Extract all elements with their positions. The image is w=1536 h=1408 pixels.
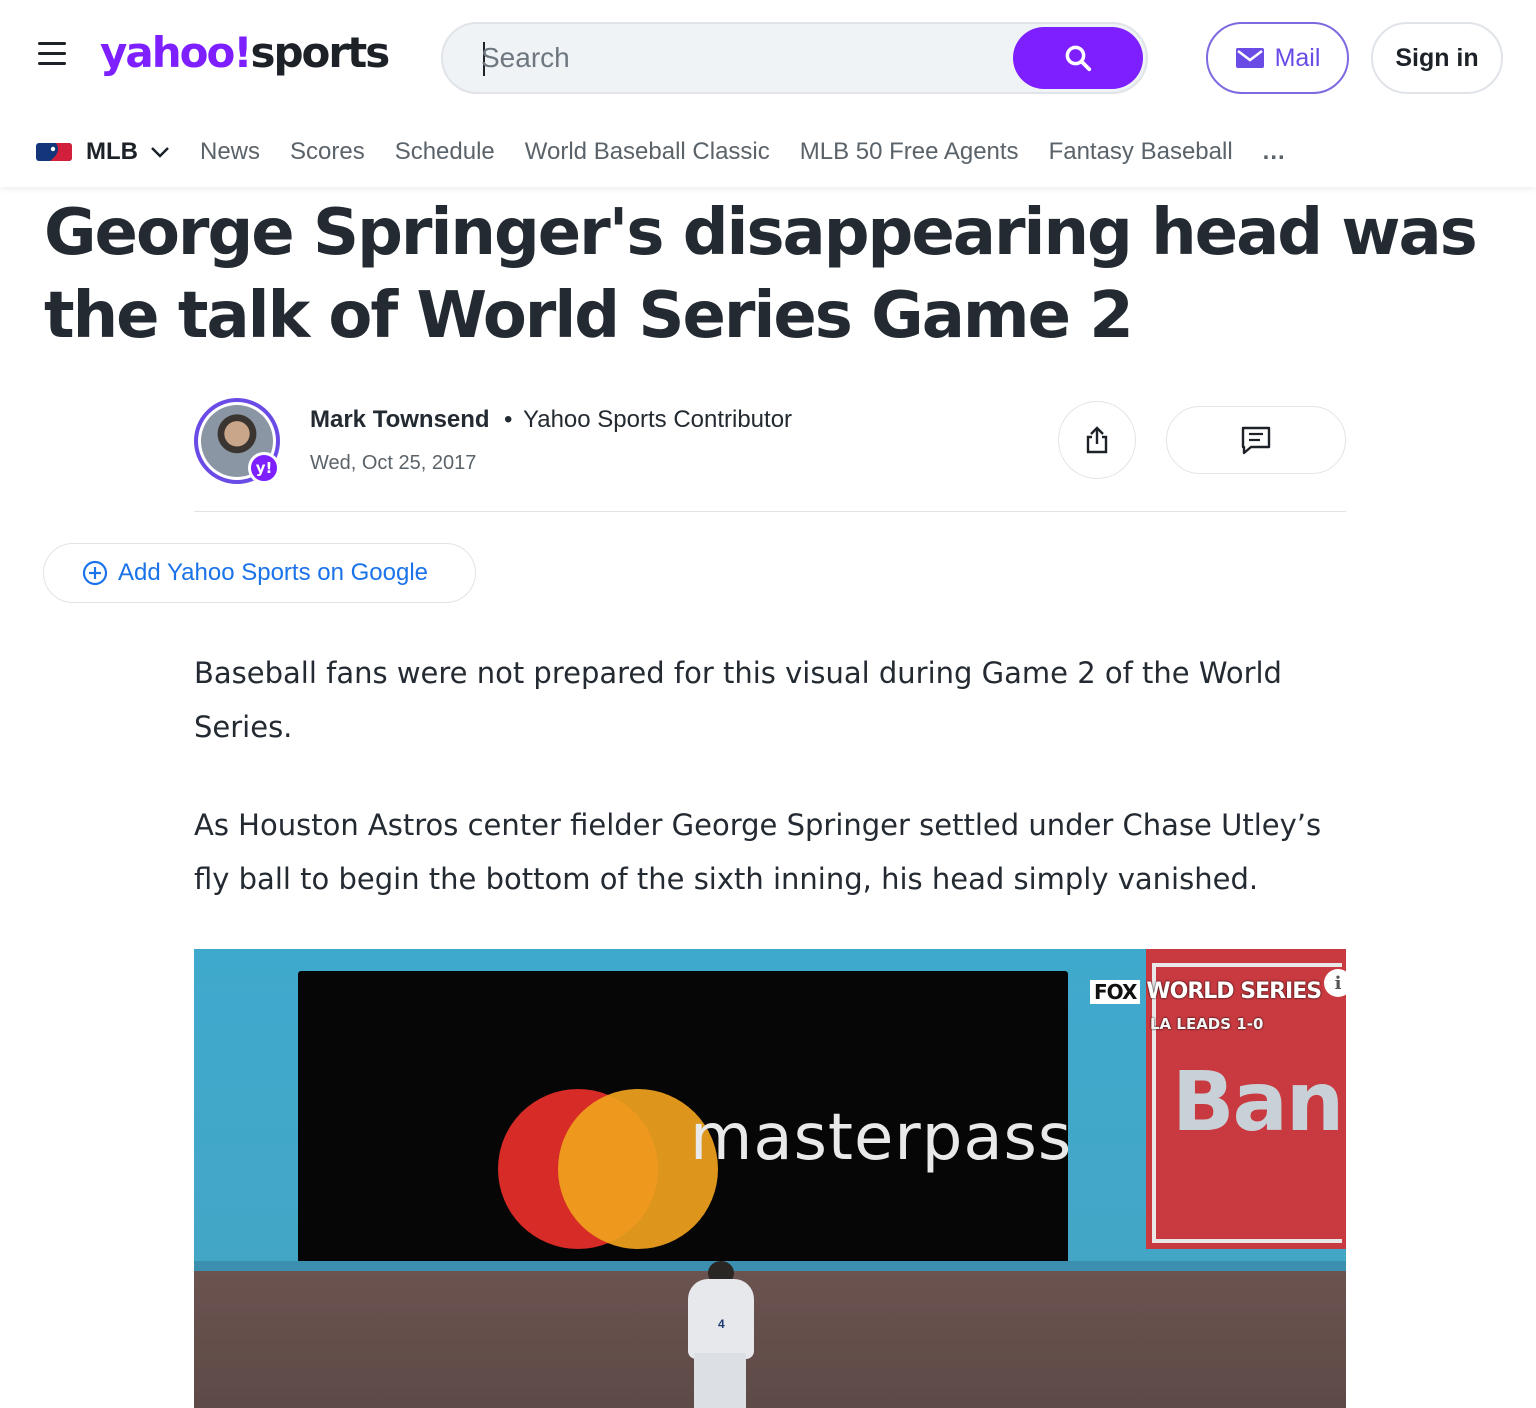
jersey-number: 4 bbox=[718, 1317, 725, 1331]
google-cta-label: Add Yahoo Sports on Google bbox=[118, 559, 429, 586]
nav-fantasy-baseball[interactable]: Fantasy Baseball bbox=[1049, 138, 1233, 166]
mail-icon bbox=[1235, 48, 1264, 68]
comment-icon bbox=[1241, 426, 1271, 455]
mlb-logo-icon bbox=[36, 143, 72, 161]
share-button[interactable] bbox=[1058, 401, 1136, 479]
search-input[interactable] bbox=[481, 38, 1001, 78]
search-button[interactable] bbox=[1013, 27, 1143, 89]
league-label: MLB bbox=[86, 138, 138, 165]
share-icon bbox=[1086, 426, 1108, 454]
article-paragraph: As Houston Astros center fielder George … bbox=[194, 808, 1322, 896]
broadcast-title: WORLD SERIES bbox=[1146, 979, 1322, 1004]
author-name[interactable]: Mark Townsend bbox=[310, 406, 490, 434]
search-icon bbox=[1065, 45, 1092, 72]
article-paragraph: Baseball fans were not prepared for this… bbox=[194, 656, 1282, 744]
nav-schedule[interactable]: Schedule bbox=[395, 138, 495, 166]
nav-world-baseball-classic[interactable]: World Baseball Classic bbox=[525, 138, 770, 166]
mail-label: Mail bbox=[1274, 43, 1321, 72]
league-selector[interactable]: MLB bbox=[36, 138, 170, 166]
byline-separator: • bbox=[504, 406, 513, 433]
nav-more[interactable]: ... bbox=[1263, 138, 1286, 166]
nav-scores[interactable]: Scores bbox=[290, 138, 365, 166]
outfielder-figure: 4 bbox=[674, 1261, 766, 1408]
broadcast-status: LA LEADS 1-0 bbox=[1150, 1015, 1264, 1033]
author-avatar[interactable]: y! bbox=[194, 398, 280, 484]
comments-button[interactable] bbox=[1166, 406, 1346, 474]
search-box bbox=[441, 22, 1148, 94]
article-headline: George Springer's disappearing head was … bbox=[44, 196, 1478, 353]
broadcast-score-bug: FOX WORLD SERIES bbox=[1090, 979, 1322, 1004]
network-logo: FOX bbox=[1090, 979, 1141, 1004]
menu-icon[interactable] bbox=[38, 42, 68, 72]
plus-circle-icon bbox=[82, 560, 108, 586]
masterpass-billboard: masterpass bbox=[298, 971, 1071, 1267]
side-ad-text: Ban bbox=[1172, 1055, 1344, 1150]
billboard-text: masterpass bbox=[690, 1101, 1073, 1175]
author-role: Yahoo Sports Contributor bbox=[523, 406, 793, 433]
add-yahoo-sports-on-google-button[interactable]: Add Yahoo Sports on Google bbox=[43, 543, 476, 603]
article-video-still[interactable]: masterpass Ban FOX WORLD SERIES LA LEADS… bbox=[194, 949, 1346, 1408]
yahoo-badge-icon: y! bbox=[248, 452, 280, 484]
sign-in-button[interactable]: Sign in bbox=[1371, 22, 1503, 94]
nav-news[interactable]: News bbox=[200, 138, 260, 166]
yahoo-sports-logo[interactable]: yahoo! sports bbox=[100, 28, 390, 84]
byline: y! Mark Townsend • Yahoo Sports Contribu… bbox=[194, 398, 1346, 512]
chevron-down-icon bbox=[151, 147, 169, 158]
mail-button[interactable]: Mail bbox=[1206, 22, 1349, 94]
publish-date: Wed, Oct 25, 2017 bbox=[310, 452, 477, 474]
site-header: yahoo!sports Mail Sign in MLB bbox=[0, 0, 1536, 187]
warning-track bbox=[194, 1271, 1346, 1408]
sub-navigation: MLB News Scores Schedule World Baseball … bbox=[36, 132, 1286, 172]
info-icon[interactable]: i bbox=[1324, 969, 1346, 997]
player-legs bbox=[694, 1353, 746, 1408]
nav-mlb-50-free-agents[interactable]: MLB 50 Free Agents bbox=[800, 138, 1019, 166]
